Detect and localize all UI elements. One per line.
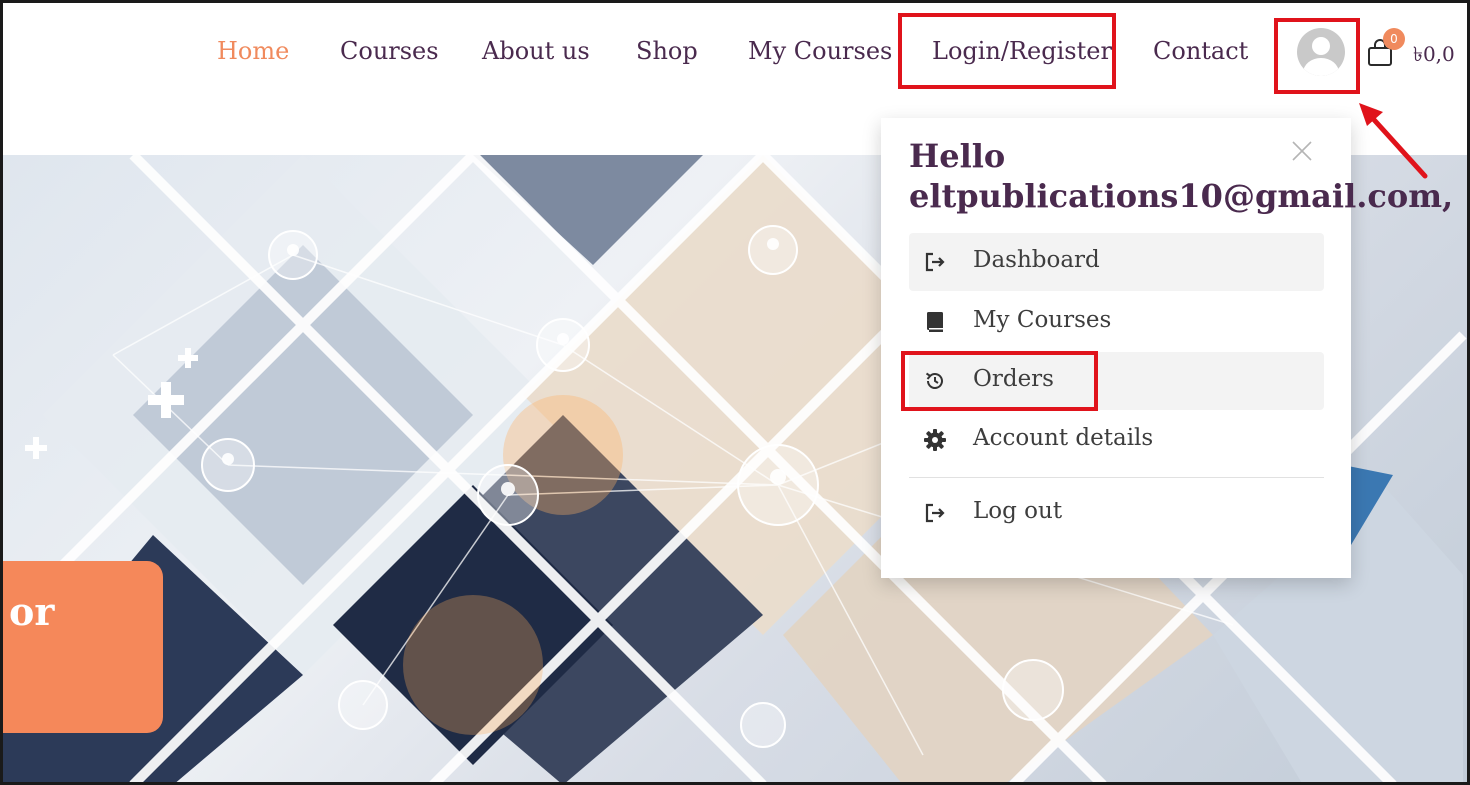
nav-home[interactable]: Home — [217, 37, 289, 65]
avatar-head — [1312, 37, 1330, 55]
hero-headline-text: or — [9, 589, 55, 634]
menu-item-account-details[interactable]: Account details — [909, 411, 1324, 469]
history-icon — [925, 372, 943, 389]
cart-total[interactable]: ৳0,0 — [1413, 40, 1455, 73]
user-avatar[interactable] — [1297, 28, 1345, 76]
annotation-arrow-icon — [1359, 103, 1428, 179]
menu-item-orders[interactable]: Orders — [909, 352, 1324, 410]
gear-icon — [924, 429, 946, 451]
menu-divider — [909, 477, 1324, 478]
nav-shop[interactable]: Shop — [636, 37, 698, 65]
nav-my-courses[interactable]: My Courses — [748, 37, 892, 65]
close-icon[interactable] — [1291, 140, 1313, 162]
menu-item-log-out[interactable]: Log out — [909, 484, 1324, 542]
menu-label: Dashboard — [973, 247, 1100, 273]
nav-contact[interactable]: Contact — [1153, 37, 1248, 65]
menu-label: Account details — [973, 425, 1154, 451]
menu-label: Log out — [973, 498, 1063, 524]
account-dropdown: Hello eltpublications10@gmail.com, Dashb… — [881, 118, 1453, 578]
hero-headline-card: or — [3, 561, 163, 733]
nav-login-register[interactable]: Login/Register — [932, 37, 1112, 65]
book-icon — [927, 312, 943, 332]
menu-item-my-courses[interactable]: My Courses — [909, 293, 1324, 351]
menu-item-dashboard[interactable]: Dashboard — [909, 233, 1324, 291]
sign-in-icon — [925, 252, 945, 272]
menu-label: Orders — [973, 366, 1054, 392]
avatar-body — [1303, 58, 1339, 76]
nav-courses[interactable]: Courses — [340, 37, 439, 65]
cart-count-badge: 0 — [1383, 28, 1405, 50]
sign-out-icon — [925, 503, 945, 523]
menu-label: My Courses — [973, 307, 1112, 333]
screenshot-frame: Home Courses About us Shop My Courses Lo… — [0, 0, 1470, 785]
nav-about-us[interactable]: About us — [482, 37, 590, 65]
